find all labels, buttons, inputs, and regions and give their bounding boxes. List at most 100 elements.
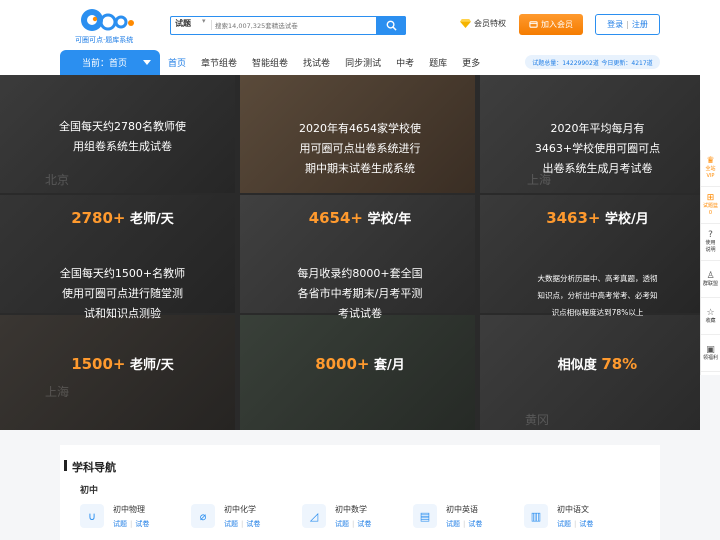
abc-icon[interactable]: ▤ (413, 504, 437, 528)
questions-link[interactable]: 试题 (557, 520, 571, 528)
link-separator: | (352, 520, 355, 528)
tile-line: 2020年平均每月有 (550, 122, 645, 135)
papers-link[interactable]: 试卷 (246, 520, 260, 528)
float-group-button[interactable]: ♙ 群联盟 (701, 261, 720, 298)
search-type-select[interactable]: 试题 (175, 18, 191, 29)
subject-item-math: ◿ 初中数学 试题 | 试卷 (302, 502, 413, 532)
banner-tile: 2020年平均每月有 3463+学校使用可圈可点 出卷系统生成月考试卷 (480, 117, 700, 181)
tile-line: 2020年有4654家学校使 (299, 122, 421, 135)
link-separator: | (574, 520, 577, 528)
search-divider (211, 20, 212, 30)
register-link[interactable]: 注册 (632, 19, 648, 30)
banner-tile: 2020年有4654家学校使 用可圈可点出卷系统进行 期中期末试卷生成系统 (240, 117, 480, 181)
search-input[interactable] (215, 18, 375, 33)
nav-item-more[interactable]: 更多 (462, 56, 480, 69)
page: 可圈可点·题库系统 试题 ▾ 会员特权 (0, 0, 720, 540)
cart-icon: ⊞ (706, 193, 715, 203)
stat-value: 3463+ 学校/月 (546, 208, 649, 227)
float-gift-button[interactable]: ▣ 领福利 (701, 335, 720, 372)
papers-link[interactable]: 试卷 (357, 520, 371, 528)
subject-name[interactable]: 初中语文 (557, 504, 589, 515)
join-member-button[interactable]: 加入会员 (519, 14, 583, 35)
watermark: 北京 (45, 173, 70, 187)
subject-item-physics: ∪ 初中物理 试题 | 试卷 (80, 502, 191, 532)
papers-link[interactable]: 试卷 (579, 520, 593, 528)
float-label: VIP (706, 173, 715, 179)
questions-link[interactable]: 试题 (446, 520, 460, 528)
stat-unit: 学校/月 (600, 211, 649, 227)
nav-items: 首页 章节组卷 智能组卷 找试卷 同步测试 中考 题库 更多 (168, 56, 495, 69)
subject-links: 试题 | 试卷 (113, 519, 149, 529)
stat-value: 相似度 78% (558, 354, 637, 373)
subject-links: 试题 | 试卷 (224, 519, 260, 529)
nav-item-find-paper[interactable]: 找试卷 (303, 56, 330, 69)
subject-name[interactable]: 初中数学 (335, 504, 367, 515)
stat-tile: 4654+ 学校/年 (240, 205, 480, 229)
subject-name[interactable]: 初中化学 (224, 504, 256, 515)
search-box: 试题 ▾ (170, 15, 406, 35)
page-scroll-area (700, 0, 720, 150)
stat-tile: 8000+ 套/月 (240, 351, 480, 375)
subject-links: 试题 | 试卷 (335, 519, 371, 529)
tile-line: 使用可圈可点进行随堂测 (62, 287, 183, 300)
nav-item-question-bank[interactable]: 题库 (429, 56, 447, 69)
login-link[interactable]: 登录 (607, 19, 623, 30)
subject-name[interactable]: 初中物理 (113, 504, 145, 515)
help-icon: ? (708, 230, 713, 240)
tile-line: 期中期末试卷生成系统 (305, 162, 415, 175)
vip-privileges-link[interactable]: 会员特权 (460, 18, 506, 29)
tile-line: 识点相似程度达到78%以上 (551, 307, 644, 317)
questions-link[interactable]: 试题 (335, 520, 349, 528)
stat-number: 4654+ (308, 208, 364, 227)
float-toolbar: ♛ 全站 VIP ⊞ 试题篮 0 ? 使用 说明 ♙ 群联盟 ☆ 收藏 ▣ 领福… (700, 150, 720, 375)
crown-icon: ♛ (706, 156, 715, 166)
watermark: 黄冈 (525, 413, 550, 427)
stat-value: 1500+ 老师/天 (71, 354, 174, 373)
search-icon (386, 20, 397, 31)
banner-tile: 大数据分析历届中、高考真题，透彻 知识点，分析出中高考常考、必考知 识点相似程度… (480, 265, 700, 325)
stat-unit: 老师/天 (125, 211, 174, 227)
stat-value: 8000+ 套/月 (315, 354, 405, 373)
search-button[interactable] (376, 15, 406, 35)
float-favorite-button[interactable]: ☆ 收藏 (701, 298, 720, 335)
level-label: 初中 (80, 486, 99, 496)
nav-item-chapter[interactable]: 章节组卷 (201, 56, 237, 69)
float-basket-button[interactable]: ⊞ 试题篮 0 (701, 187, 720, 224)
ruler-icon[interactable]: ◿ (302, 504, 326, 528)
stats-pill: 试题总量：14229902道 今日更新：4217道 (525, 55, 660, 69)
site-logo[interactable]: 可圈可点·题库系统 (75, 7, 135, 45)
papers-link[interactable]: 试卷 (135, 520, 149, 528)
join-label: 加入会员 (541, 20, 573, 29)
caret-down-icon (143, 60, 151, 65)
tile-line: 出卷系统生成月考试卷 (542, 162, 653, 175)
book-icon[interactable]: ▥ (524, 504, 548, 528)
tile-line: 大数据分析历届中、高考真题，透彻 (537, 273, 658, 283)
stat-tile: 1500+ 老师/天 (0, 351, 245, 375)
float-help-button[interactable]: ? 使用 说明 (701, 224, 720, 261)
magnet-icon[interactable]: ∪ (80, 504, 104, 528)
nav-item-home[interactable]: 首页 (168, 56, 186, 69)
subject-name[interactable]: 初中英语 (446, 504, 478, 515)
questions-link[interactable]: 试题 (224, 520, 238, 528)
stat-number: 78% (601, 354, 638, 373)
nav-item-zhongkao[interactable]: 中考 (396, 56, 414, 69)
papers-link[interactable]: 试卷 (468, 520, 482, 528)
stat-prefix: 相似度 (557, 357, 602, 373)
banner-tile: 全国每天约1500+名教师 使用可圈可点进行随堂测 试和知识点测验 (0, 261, 245, 327)
float-vip-button[interactable]: ♛ 全站 VIP (701, 150, 720, 187)
stat-tile: 3463+ 学校/月 (480, 205, 700, 229)
tile-line: 全国每天约1500+名教师 (59, 267, 186, 280)
stats-total: 试题总量：14229902道 (532, 59, 599, 67)
star-icon: ☆ (706, 307, 715, 318)
questions-link[interactable]: 试题 (113, 520, 127, 528)
subject-item-chemistry: ⌀ 初中化学 试题 | 试卷 (191, 502, 302, 532)
link-separator: | (463, 520, 466, 528)
banner: 北京 上海 上海 黄冈 全国每天约2780名教师使 用组卷系统生成试卷 2020… (0, 75, 700, 430)
stat-number: 3463+ (546, 208, 601, 227)
tube-icon[interactable]: ⌀ (191, 504, 215, 528)
nav-item-sync-test[interactable]: 同步测试 (345, 56, 381, 69)
stat-number: 2780+ (71, 208, 126, 227)
current-page-dropdown[interactable]: 当前：首页 (60, 50, 160, 75)
nav-item-smart[interactable]: 智能组卷 (252, 56, 288, 69)
tile-line: 用可圈可点出卷系统进行 (299, 142, 421, 155)
